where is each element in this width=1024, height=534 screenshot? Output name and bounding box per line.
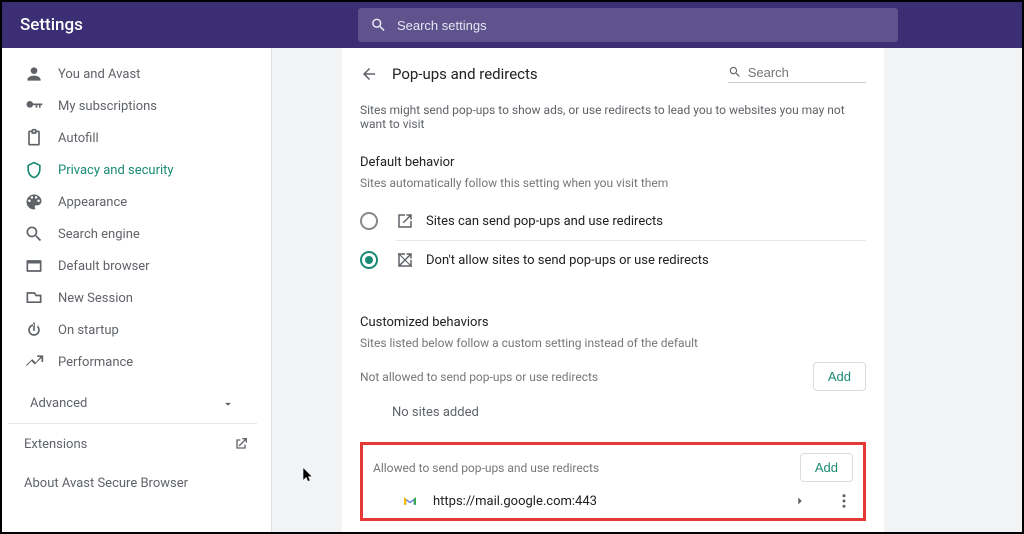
radio-allow-label: Sites can send pop-ups and use redirects — [426, 214, 663, 229]
popup-allow-icon — [396, 212, 414, 230]
radio-block-popups[interactable]: Don't allow sites to send pop-ups or use… — [360, 241, 866, 279]
chevron-down-icon — [221, 397, 235, 411]
radio-button-selected[interactable] — [360, 251, 378, 269]
sidebar-item-label: On startup — [58, 323, 119, 338]
gmail-icon — [401, 492, 419, 510]
sidebar-item-label: Autofill — [58, 131, 99, 146]
app-header: Settings — [2, 2, 1022, 48]
sidebar-item-appearance[interactable]: Appearance — [2, 186, 271, 218]
sidebar-advanced-toggle[interactable]: Advanced — [8, 384, 257, 424]
sidebar-item-you-and-avast[interactable]: You and Avast — [2, 58, 271, 90]
search-settings-input[interactable] — [397, 18, 886, 33]
search-icon — [370, 16, 387, 34]
radio-block-label: Don't allow sites to send pop-ups or use… — [426, 253, 709, 268]
site-url: https://mail.google.com:443 — [433, 494, 793, 509]
intro-text: Sites might send pop-ups to show ads, or… — [360, 103, 866, 131]
content-search-box[interactable] — [728, 64, 866, 83]
radio-button-unselected[interactable] — [360, 212, 378, 230]
popup-block-icon — [396, 251, 414, 269]
trend-icon — [24, 352, 44, 372]
sidebar-item-privacy[interactable]: Privacy and security — [2, 154, 271, 186]
open-external-icon — [233, 436, 249, 452]
search-icon — [24, 224, 44, 244]
back-arrow-icon[interactable] — [360, 65, 378, 83]
add-allowed-button[interactable]: Add — [800, 453, 853, 482]
sidebar-item-new-session[interactable]: New Session — [2, 282, 271, 314]
sidebar-item-subscriptions[interactable]: My subscriptions — [2, 90, 271, 122]
advanced-label: Advanced — [30, 396, 87, 411]
not-allowed-title: Not allowed to send pop-ups or use redir… — [360, 370, 598, 384]
sidebar-item-label: My subscriptions — [58, 99, 157, 114]
radio-allow-popups[interactable]: Sites can send pop-ups and use redirects — [360, 202, 866, 240]
default-behavior-sub: Sites automatically follow this setting … — [360, 176, 866, 190]
browser-icon — [24, 256, 44, 276]
search-settings-box[interactable] — [358, 8, 898, 42]
sidebar-item-default-browser[interactable]: Default browser — [2, 250, 271, 282]
content-panel: Pop-ups and redirects Sites might send p… — [342, 48, 884, 532]
add-not-allowed-button[interactable]: Add — [813, 362, 866, 391]
sidebar-item-label: You and Avast — [58, 67, 140, 82]
allowed-section-highlight: Allowed to send pop-ups and use redirect… — [360, 442, 866, 521]
sidebar-item-label: Search engine — [58, 227, 140, 242]
mouse-cursor-icon — [301, 465, 315, 483]
customized-behaviors-sub: Sites listed below follow a custom setti… — [360, 336, 866, 350]
sidebar-about[interactable]: About Avast Secure Browser — [2, 464, 271, 503]
sidebar-item-on-startup[interactable]: On startup — [2, 314, 271, 346]
customized-behaviors-title: Customized behaviors — [360, 315, 866, 330]
sidebar-item-label: Privacy and security — [58, 163, 174, 178]
about-label: About Avast Secure Browser — [24, 476, 188, 491]
chevron-right-icon[interactable] — [793, 494, 807, 508]
search-icon — [728, 64, 742, 80]
app-title: Settings — [20, 15, 83, 35]
allowed-site-row[interactable]: https://mail.google.com:443 — [373, 482, 853, 510]
more-vert-icon[interactable] — [835, 492, 853, 510]
sidebar-item-label: Performance — [58, 355, 133, 370]
no-sites-text: No sites added — [360, 391, 866, 420]
page-title: Pop-ups and redirects — [392, 65, 538, 83]
power-icon — [24, 320, 44, 340]
palette-icon — [24, 192, 44, 212]
extensions-label: Extensions — [24, 437, 87, 452]
shield-icon — [24, 160, 44, 180]
sidebar-item-autofill[interactable]: Autofill — [2, 122, 271, 154]
tab-icon — [24, 288, 44, 308]
sidebar-item-label: Appearance — [58, 195, 127, 210]
sidebar-item-performance[interactable]: Performance — [2, 346, 271, 378]
clipboard-icon — [24, 128, 44, 148]
default-behavior-title: Default behavior — [360, 155, 866, 170]
sidebar-item-label: New Session — [58, 291, 133, 306]
sidebar-item-search-engine[interactable]: Search engine — [2, 218, 271, 250]
sidebar-extensions[interactable]: Extensions — [2, 424, 271, 464]
allowed-title: Allowed to send pop-ups and use redirect… — [373, 461, 599, 475]
key-icon — [24, 96, 44, 116]
person-icon — [24, 64, 44, 84]
sidebar-item-label: Default browser — [58, 259, 150, 274]
content-search-input[interactable] — [748, 65, 866, 80]
sidebar: You and Avast My subscriptions Autofill … — [2, 48, 272, 532]
